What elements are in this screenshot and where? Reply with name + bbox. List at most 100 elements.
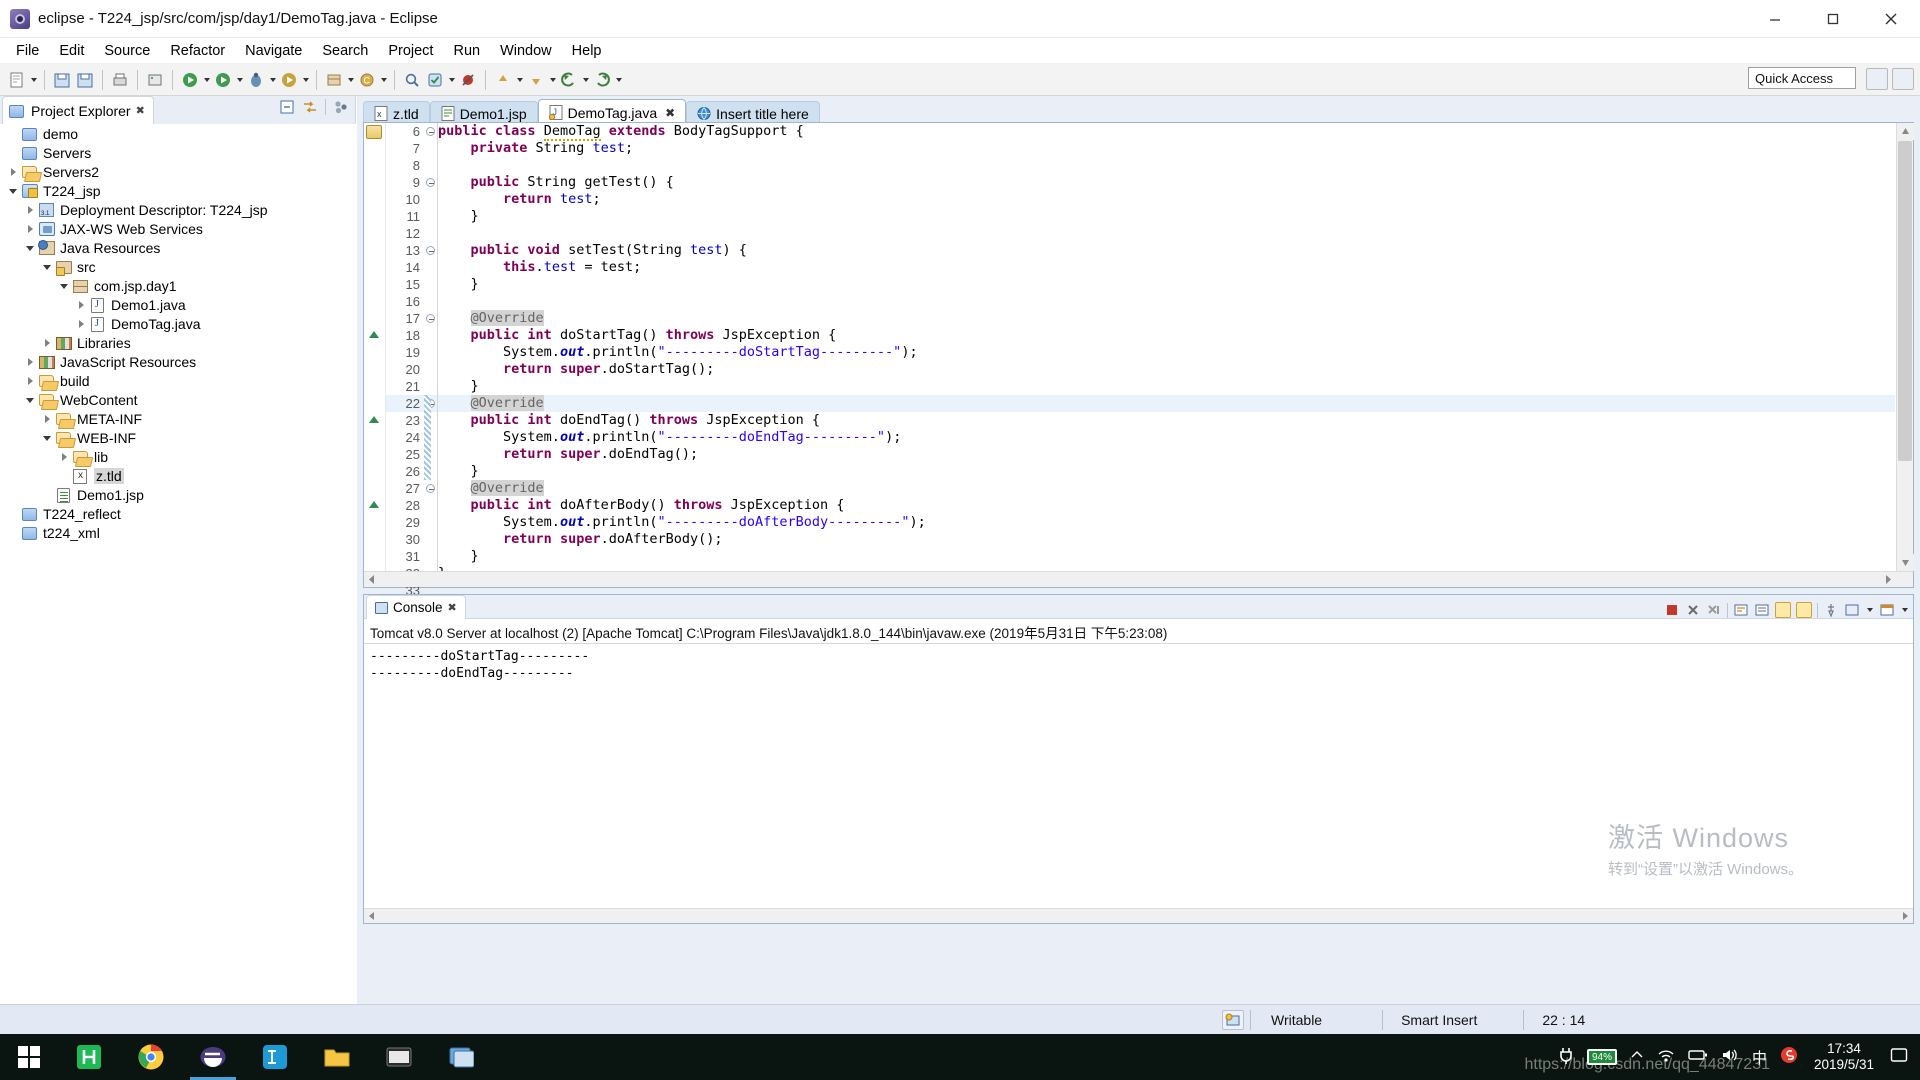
save-icon[interactable] <box>51 68 73 92</box>
new-class-chevron-down-icon[interactable] <box>379 68 388 92</box>
maximize-button[interactable] <box>1804 0 1862 38</box>
tree-item-build[interactable]: build <box>0 371 356 390</box>
display-selected-console-icon[interactable] <box>1844 602 1860 618</box>
tree-item-demo[interactable]: demo <box>0 124 356 143</box>
show-console-on-error-icon[interactable] <box>1796 602 1812 618</box>
fold-collapse-icon[interactable] <box>424 242 437 259</box>
code-text-area[interactable]: public class DemoTag extends BodyTagSupp… <box>438 123 1895 571</box>
tree-item-demo1-java[interactable]: Demo1.java <box>0 295 356 314</box>
taskbar-app-window[interactable] <box>430 1034 492 1080</box>
taskbar-app-idea[interactable] <box>244 1034 306 1080</box>
tree-item-t224-reflect[interactable]: T224_reflect <box>0 504 356 523</box>
close-icon[interactable]: ✖ <box>665 106 675 120</box>
tree-item-src[interactable]: src <box>0 257 356 276</box>
show-hidden-icons-chevron[interactable] <box>1630 1048 1644 1066</box>
clear-console-icon[interactable] <box>1733 602 1749 618</box>
code-line[interactable]: } <box>438 463 1895 480</box>
code-line[interactable]: public String getTest() { <box>438 174 1895 191</box>
open-task-icon[interactable] <box>424 68 446 92</box>
tree-item-libraries[interactable]: Libraries <box>0 333 356 352</box>
forward-chevron-down-icon[interactable] <box>614 68 623 92</box>
code-line[interactable]: @Override <box>438 310 1895 327</box>
code-line[interactable]: } <box>438 208 1895 225</box>
link-with-editor-icon[interactable] <box>302 99 318 115</box>
run-chevron-down-icon[interactable] <box>235 68 244 92</box>
search-icon[interactable] <box>401 68 423 92</box>
pin-console-icon[interactable] <box>1823 602 1839 618</box>
code-line[interactable]: System.out.println("---------doAfterBody… <box>438 514 1895 531</box>
sogou-input-icon[interactable] <box>1780 1046 1798 1068</box>
menu-file[interactable]: File <box>6 41 49 61</box>
tree-item-deployment-descriptor-t224-jsp[interactable]: Deployment Descriptor: T224_jsp <box>0 200 356 219</box>
wifi-icon[interactable] <box>1657 1047 1675 1067</box>
new-java-project-icon[interactable] <box>323 68 345 92</box>
remove-launch-icon[interactable] <box>1685 602 1701 618</box>
menu-run[interactable]: Run <box>443 41 490 61</box>
fold-collapse-icon[interactable] <box>424 123 437 140</box>
battery-tray-icon[interactable] <box>1688 1048 1708 1066</box>
taskbar-app-media[interactable] <box>368 1034 430 1080</box>
menu-project[interactable]: Project <box>378 41 443 61</box>
code-line[interactable]: public int doAfterBody() throws JspExcep… <box>438 497 1895 514</box>
open-task-chevron-down-icon[interactable] <box>447 68 456 92</box>
tree-item-com-jsp-day1[interactable]: com.jsp.day1 <box>0 276 356 295</box>
chevron-right-icon[interactable] <box>76 318 88 330</box>
tree-item-t224-jsp[interactable]: T224_jsp <box>0 181 356 200</box>
previous-annotation-icon[interactable] <box>492 68 514 92</box>
skip-breakpoints-icon[interactable] <box>457 68 479 92</box>
scroll-up-arrow[interactable] <box>1897 123 1914 140</box>
code-line[interactable]: public void setTest(String test) { <box>438 242 1895 259</box>
java-editor[interactable]: 6 7 8 9 10 11 12 13 14 15 16 17 18 19 20 21 22 23 24 25 26 27… <box>363 122 1914 598</box>
tree-item-meta-inf[interactable]: META-INF <box>0 409 356 428</box>
close-icon[interactable]: ✖ <box>136 104 145 117</box>
chevron-right-icon[interactable] <box>25 375 37 387</box>
code-line[interactable]: } <box>438 378 1895 395</box>
code-line[interactable]: System.out.println("---------doStartTag-… <box>438 344 1895 361</box>
code-line[interactable]: return super.doAfterBody(); <box>438 531 1895 548</box>
chevron-right-icon[interactable] <box>76 299 88 311</box>
chevron-down-icon[interactable] <box>8 185 20 197</box>
chevron-down-icon[interactable] <box>42 432 54 444</box>
code-line[interactable]: @Override <box>438 480 1895 497</box>
code-line[interactable]: public int doEndTag() throws JspExceptio… <box>438 412 1895 429</box>
menu-refactor[interactable]: Refactor <box>160 41 235 61</box>
editor-horizontal-scrollbar[interactable] <box>364 571 1913 587</box>
tab-console[interactable]: Console ✖ <box>366 595 466 619</box>
code-line[interactable]: return super.doStartTag(); <box>438 361 1895 378</box>
forward-icon[interactable] <box>591 68 613 92</box>
code-line[interactable]: this.test = test; <box>438 259 1895 276</box>
tree-item-java-resources[interactable]: Java Resources <box>0 238 356 257</box>
tree-item-servers2[interactable]: Servers2 <box>0 162 356 181</box>
open-perspective-icon[interactable] <box>1866 68 1888 90</box>
code-line[interactable] <box>438 225 1895 242</box>
back-chevron-down-icon[interactable] <box>581 68 590 92</box>
quick-access-input[interactable]: Quick Access <box>1748 67 1856 89</box>
console-horizontal-scrollbar[interactable] <box>364 908 1913 923</box>
code-line[interactable]: public int doStartTag() throws JspExcept… <box>438 327 1895 344</box>
next-annotation-chevron-down-icon[interactable] <box>548 68 557 92</box>
print-icon[interactable] <box>109 68 131 92</box>
close-icon[interactable]: ✖ <box>448 601 457 614</box>
fold-collapse-icon[interactable] <box>424 310 437 327</box>
fold-collapse-icon[interactable] <box>424 174 437 191</box>
chevron-right-icon[interactable] <box>59 451 71 463</box>
tree-item-jax-ws-web-services[interactable]: JAX-WS Web Services <box>0 219 356 238</box>
menu-navigate[interactable]: Navigate <box>235 41 312 61</box>
editor-vertical-scrollbar[interactable] <box>1896 123 1914 571</box>
chevron-right-icon[interactable] <box>25 223 37 235</box>
minimize-button[interactable] <box>1746 0 1804 38</box>
back-icon[interactable] <box>558 68 580 92</box>
code-line[interactable]: return super.doEndTag(); <box>438 446 1895 463</box>
battery-indicator[interactable]: 94% <box>1586 1049 1617 1065</box>
previous-annotation-chevron-down-icon[interactable] <box>515 68 524 92</box>
code-line[interactable] <box>438 157 1895 174</box>
taskbar-app-h[interactable] <box>58 1034 120 1080</box>
external-tools-icon[interactable] <box>179 68 201 92</box>
chevron-right-icon[interactable] <box>8 166 20 178</box>
terminate-icon[interactable] <box>1664 602 1680 618</box>
remove-all-terminated-icon[interactable] <box>1706 602 1722 618</box>
code-line[interactable]: public class DemoTag extends BodyTagSupp… <box>438 123 1895 141</box>
new-wizard-chevron-down-icon[interactable] <box>29 68 38 92</box>
scroll-right-arrow[interactable] <box>1880 572 1896 587</box>
tree-item-t224-xml[interactable]: t224_xml <box>0 523 356 542</box>
